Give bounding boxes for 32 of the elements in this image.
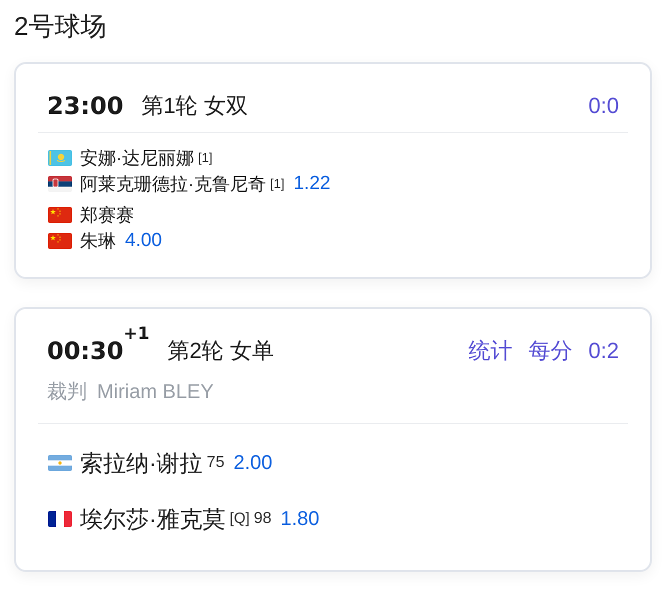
- player-seed: [Q]: [230, 509, 250, 529]
- china-flag-icon: [48, 233, 72, 249]
- betting-odds[interactable]: 1.22: [293, 170, 330, 198]
- france-flag-icon: [48, 511, 72, 527]
- match-score: 0:2: [588, 337, 619, 365]
- kazakhstan-flag-icon: [48, 150, 72, 166]
- player-name: 安娜·达尼丽娜: [80, 147, 194, 170]
- player-name: 埃尔莎·雅克莫: [80, 505, 226, 534]
- referee-text: 裁判 Miriam BLEY: [47, 380, 215, 405]
- argentina-flag-icon: [48, 455, 72, 471]
- player-seed: [1]: [270, 175, 284, 193]
- player-name: 索拉纳·谢拉: [80, 449, 203, 478]
- china-flag-icon: [48, 207, 72, 223]
- player-seed: [1]: [198, 149, 212, 167]
- player-name: 阿莱克珊德拉·克鲁尼奇: [80, 173, 266, 196]
- match-time: 23:00: [47, 91, 124, 122]
- match-link[interactable]: 每分: [528, 333, 572, 369]
- court-title: 2号球场: [14, 10, 108, 43]
- betting-odds[interactable]: 1.80: [280, 504, 320, 534]
- match-link[interactable]: 统计: [468, 333, 512, 369]
- serbia-flag-icon: [48, 176, 72, 192]
- match-round: 第1轮 女双: [141, 92, 248, 120]
- player-rank: 98: [254, 509, 272, 529]
- match-time: 00:30: [47, 336, 124, 367]
- betting-odds[interactable]: 2.00: [233, 448, 272, 478]
- player-name: 朱琳: [80, 230, 116, 253]
- match-round: 第2轮 女单: [167, 337, 274, 365]
- player-rank: 75: [206, 453, 224, 473]
- betting-odds[interactable]: 4.00: [125, 226, 162, 256]
- match-score: 0:0: [588, 92, 619, 120]
- day-offset: +1: [123, 326, 150, 342]
- player-name: 郑赛赛: [80, 204, 134, 227]
